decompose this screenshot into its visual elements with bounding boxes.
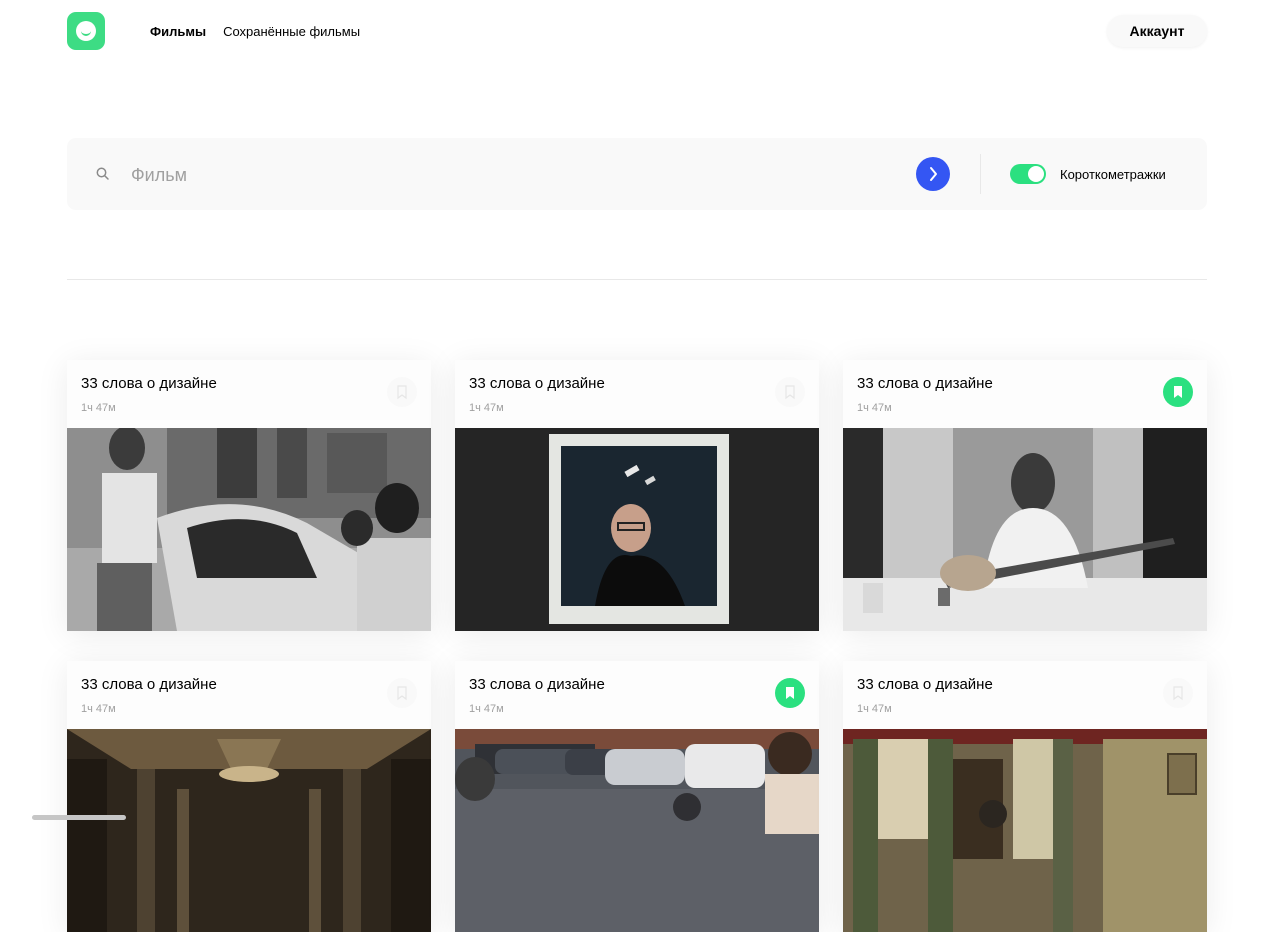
movie-thumbnail[interactable] <box>67 428 431 631</box>
short-films-toggle[interactable] <box>1010 164 1046 184</box>
movie-duration: 1ч 47м <box>81 703 116 715</box>
search-divider <box>980 154 981 194</box>
short-films-label: Короткометражки <box>1060 167 1166 182</box>
bookmark-icon <box>1174 386 1182 398</box>
chevron-right-icon <box>930 167 937 181</box>
movie-card: 33 слова о дизайне 1ч 47м <box>843 661 1207 932</box>
movie-duration: 1ч 47м <box>857 402 892 414</box>
save-button[interactable] <box>775 678 805 708</box>
movie-title: 33 слова о дизайне <box>469 676 605 693</box>
movie-card: 33 слова о дизайне 1ч 47м <box>455 661 819 932</box>
nav-movies[interactable]: Фильмы <box>150 24 206 39</box>
polaroid-portrait-image <box>455 428 819 631</box>
bookmark-icon <box>397 385 407 400</box>
movie-title: 33 слова о дизайне <box>81 676 217 693</box>
section-divider <box>67 279 1207 280</box>
bookmark-icon <box>785 385 795 400</box>
search-input[interactable] <box>129 158 913 192</box>
movie-thumbnail[interactable] <box>455 428 819 631</box>
save-button[interactable] <box>1163 377 1193 407</box>
search-submit-button[interactable] <box>916 157 950 191</box>
movie-title: 33 слова о дизайне <box>857 375 993 392</box>
bookmark-icon <box>1173 686 1183 701</box>
movie-duration: 1ч 47м <box>469 703 504 715</box>
nav-saved-movies[interactable]: Сохранённые фильмы <box>223 24 360 39</box>
movie-title: 33 слова о дизайне <box>81 375 217 392</box>
street-photographer-image <box>67 428 431 631</box>
room-interior-image <box>843 729 1207 932</box>
movie-title: 33 слова о дизайне <box>857 676 993 693</box>
movie-thumbnail[interactable] <box>843 428 1207 631</box>
horizontal-scrollbar[interactable] <box>32 815 126 820</box>
search-form: Короткометражки <box>67 138 1207 210</box>
save-button[interactable] <box>387 678 417 708</box>
street-cars-image <box>455 729 819 932</box>
account-button[interactable]: Аккаунт <box>1107 15 1207 47</box>
toggle-knob <box>1028 166 1044 182</box>
save-button[interactable] <box>775 377 805 407</box>
grand-hall-image <box>67 729 431 932</box>
logo[interactable] <box>67 12 105 50</box>
bookmark-icon <box>786 687 794 699</box>
movie-duration: 1ч 47м <box>857 703 892 715</box>
guitarist-image <box>843 428 1207 631</box>
movie-thumbnail[interactable] <box>843 729 1207 932</box>
bookmark-icon <box>397 686 407 701</box>
main-nav: Фильмы Сохранённые фильмы <box>150 24 360 39</box>
movie-title: 33 слова о дизайне <box>469 375 605 392</box>
save-button[interactable] <box>387 377 417 407</box>
movie-card: 33 слова о дизайне 1ч 47м <box>455 360 819 631</box>
movie-card: 33 слова о дизайне 1ч 47м <box>67 661 431 932</box>
save-button[interactable] <box>1163 678 1193 708</box>
movie-thumbnail[interactable] <box>455 729 819 932</box>
movie-duration: 1ч 47м <box>81 402 116 414</box>
search-icon <box>96 167 109 180</box>
movie-card: 33 слова о дизайне 1ч 47м <box>843 360 1207 631</box>
movie-duration: 1ч 47м <box>469 402 504 414</box>
movie-thumbnail[interactable] <box>67 729 431 932</box>
movie-card: 33 слова о дизайне 1ч 47м <box>67 360 431 631</box>
